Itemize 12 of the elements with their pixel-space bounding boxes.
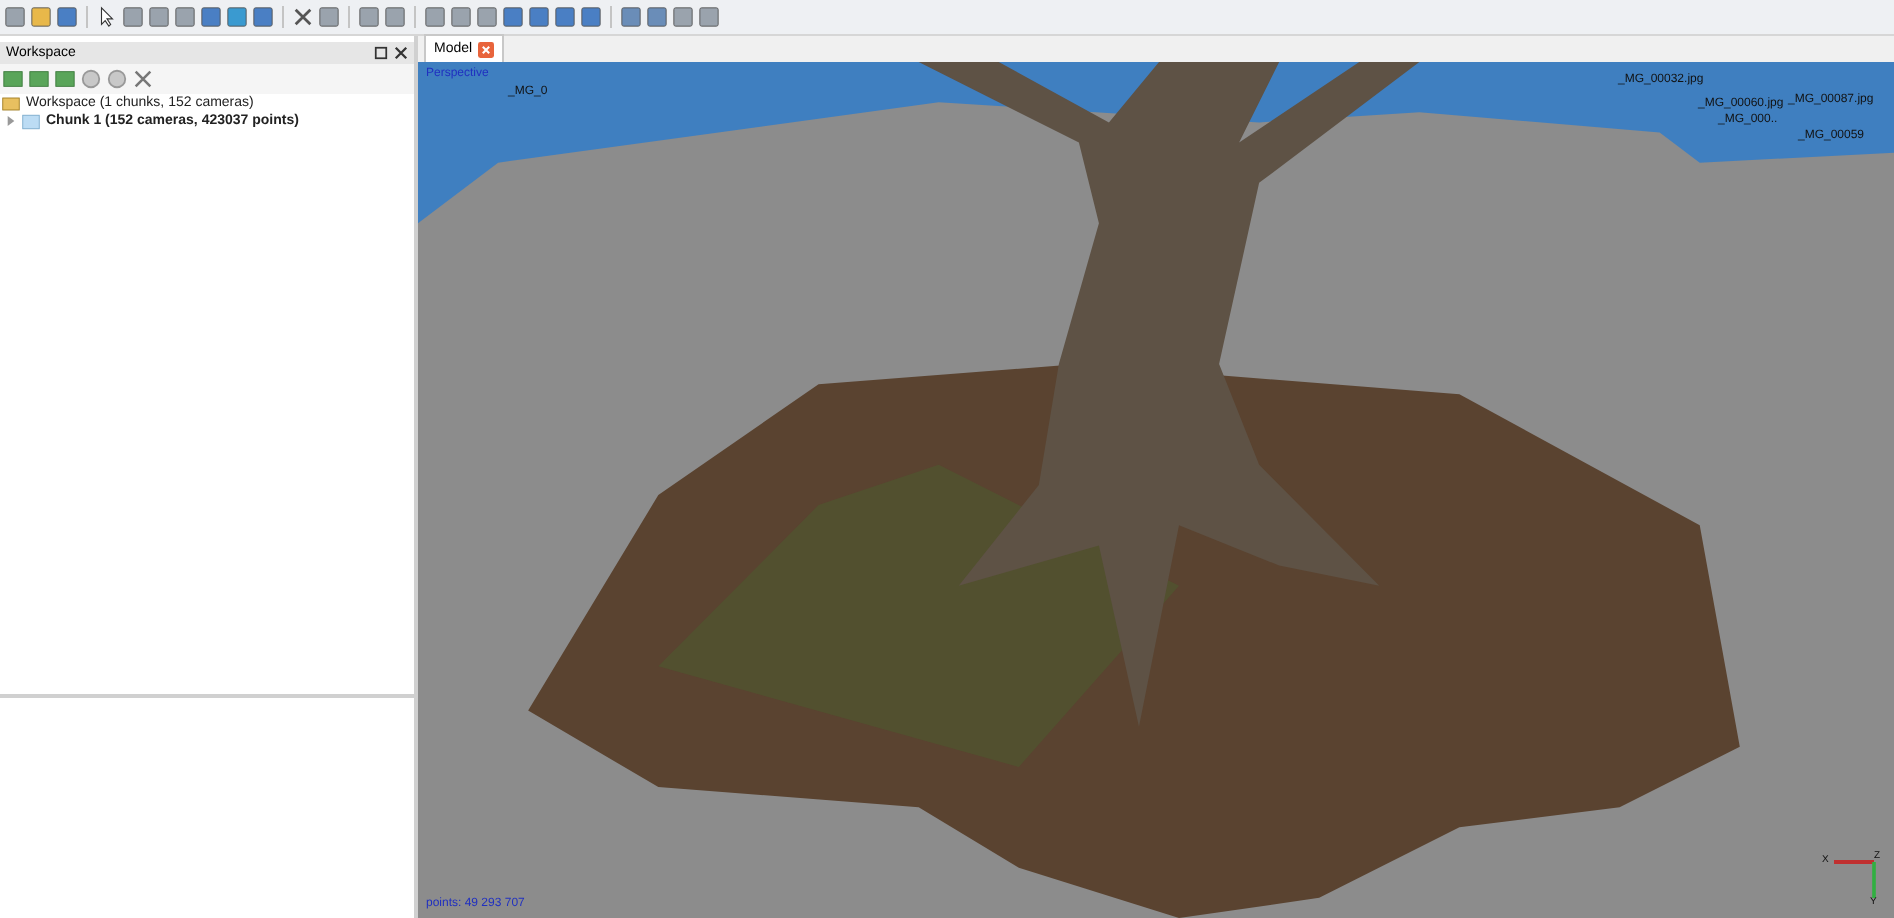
workspace-icon	[2, 95, 20, 111]
save-icon[interactable]	[56, 6, 78, 28]
float-icon[interactable]	[374, 46, 388, 60]
delete-icon[interactable]	[292, 6, 314, 28]
expand-arrow-icon[interactable]	[6, 116, 16, 126]
close-icon[interactable]	[394, 46, 408, 60]
open-folder-icon[interactable]	[30, 6, 52, 28]
x-axis-line	[1834, 858, 1874, 866]
remove-icon[interactable]	[132, 68, 154, 90]
chunk-icon	[22, 113, 40, 129]
pointer-icon[interactable]	[96, 6, 118, 28]
y-axis-line	[1870, 862, 1878, 898]
